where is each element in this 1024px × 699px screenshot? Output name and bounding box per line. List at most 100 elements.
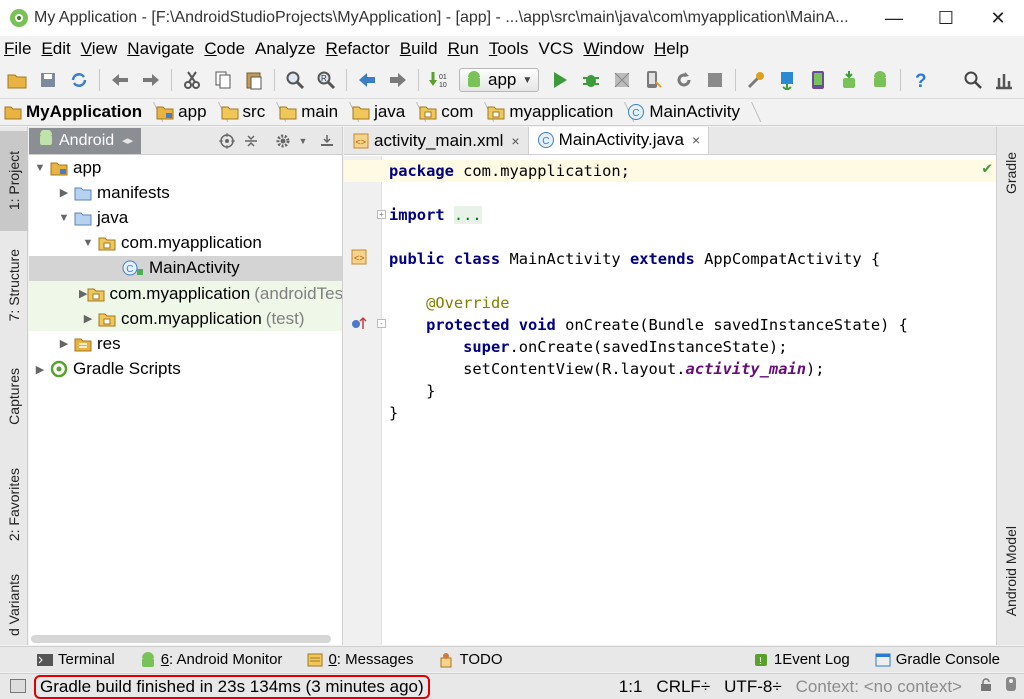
breadcrumb-item[interactable]: java — [352, 99, 419, 125]
stop-icon[interactable] — [704, 69, 726, 91]
tab-favorites[interactable]: 2: Favorites — [0, 453, 28, 557]
menu-item[interactable]: File — [4, 39, 31, 59]
forward-icon[interactable] — [387, 69, 409, 91]
tree-item[interactable]: ▼ java — [29, 205, 342, 230]
tab-captures[interactable]: Captures — [0, 351, 28, 441]
tree-item[interactable]: ▼ app — [29, 155, 342, 180]
override-method-icon[interactable] — [350, 314, 368, 332]
debug-icon[interactable] — [580, 69, 602, 91]
collapsed-arrow-icon[interactable]: ▶ — [79, 287, 87, 300]
close-button[interactable]: ✕ — [972, 0, 1024, 36]
search-everywhere-icon[interactable] — [962, 69, 984, 91]
make-project-icon[interactable]: 01 10 — [428, 69, 450, 91]
open-folder-icon[interactable] — [6, 69, 28, 91]
collapsed-arrow-icon[interactable]: ▶ — [31, 363, 49, 376]
tool-window-tab[interactable]: 6: Android Monitor — [139, 651, 282, 668]
layout-icon[interactable] — [993, 69, 1015, 91]
tree-item[interactable]: ▶ manifests — [29, 180, 342, 205]
xml-layout-icon[interactable]: <> — [350, 248, 368, 266]
menu-item[interactable]: Edit — [41, 39, 70, 59]
tree-item[interactable]: ▶ Gradle Scripts — [29, 357, 342, 382]
android-device-monitor-icon[interactable] — [869, 69, 891, 91]
tree-item[interactable]: C MainActivity — [29, 255, 342, 281]
breadcrumb-item[interactable]: com — [419, 99, 487, 125]
tree-item[interactable]: ▶ res — [29, 331, 342, 356]
rerun-icon[interactable] — [673, 69, 695, 91]
menu-item[interactable]: Run — [448, 39, 479, 59]
find-icon[interactable] — [284, 69, 306, 91]
redo-icon[interactable] — [140, 69, 162, 91]
tool-window-tab[interactable]: ! 1 Event Log — [752, 651, 850, 668]
tab-build-variants[interactable]: d Variants — [0, 567, 28, 643]
menu-item[interactable]: Analyze — [255, 39, 315, 59]
breadcrumb-item[interactable]: MyApplication — [4, 99, 156, 125]
replace-icon[interactable]: R — [315, 69, 337, 91]
run-icon[interactable] — [549, 69, 571, 91]
editor-tab[interactable]: <> activity_main.xml × — [344, 127, 529, 154]
breadcrumb-item[interactable]: myapplication — [487, 99, 627, 125]
paste-icon[interactable] — [243, 69, 265, 91]
hide-panel-icon[interactable] — [318, 132, 336, 150]
apply-changes-icon[interactable] — [642, 69, 664, 91]
minimize-button[interactable]: — — [868, 0, 920, 36]
sdk-manager-icon[interactable] — [776, 69, 798, 91]
expanded-arrow-icon[interactable]: ▼ — [55, 212, 73, 224]
menu-item[interactable]: Code — [204, 39, 245, 59]
folded-imports[interactable]: ... — [453, 206, 482, 224]
breadcrumb-item[interactable]: src — [221, 99, 280, 125]
breadcrumb-item[interactable]: app — [156, 99, 220, 125]
collapsed-arrow-icon[interactable]: ▶ — [55, 337, 73, 350]
tab-structure[interactable]: 7: Structure — [0, 235, 28, 335]
tab-android-model[interactable]: Android Model — [997, 511, 1024, 631]
maximize-button[interactable]: ☐ — [920, 0, 972, 36]
tool-window-tab[interactable]: Terminal — [36, 651, 115, 668]
tree-item[interactable]: ▶ com.myapplication(androidTest) — [29, 280, 342, 307]
tool-window-tab[interactable]: Gradle Console — [874, 651, 1000, 668]
sync-icon[interactable] — [68, 69, 90, 91]
menu-item[interactable]: View — [81, 39, 118, 59]
caret-position[interactable]: 1:1 — [619, 677, 643, 697]
close-icon[interactable]: × — [511, 133, 519, 149]
gear-icon[interactable] — [274, 132, 292, 150]
menu-item[interactable]: Window — [583, 39, 643, 59]
save-all-icon[interactable] — [37, 69, 59, 91]
menu-item[interactable]: VCS — [539, 39, 574, 59]
breadcrumb-item[interactable]: main — [279, 99, 352, 125]
tool-windows-toggle-icon[interactable] — [10, 679, 26, 693]
code-editor[interactable]: package com.myapplication; import ... pu… — [344, 156, 996, 645]
project-view-select[interactable]: Android ◂▸ — [29, 127, 142, 154]
menu-item[interactable]: Help — [654, 39, 689, 59]
copy-icon[interactable] — [212, 69, 234, 91]
editor-tab[interactable]: C MainActivity.java × — [528, 127, 710, 154]
expanded-arrow-icon[interactable]: ▼ — [79, 237, 97, 249]
file-encoding[interactable]: UTF-8÷ — [724, 677, 782, 697]
menu-item[interactable]: Navigate — [127, 39, 194, 59]
run-configuration-select[interactable]: app ▼ — [459, 68, 540, 92]
expanded-arrow-icon[interactable]: ▼ — [31, 162, 49, 174]
horizontal-scrollbar[interactable] — [31, 635, 331, 643]
menu-item[interactable]: Tools — [489, 39, 529, 59]
attach-debugger-icon[interactable] — [611, 69, 633, 91]
tree-item[interactable]: ▶ com.myapplication (test) — [29, 306, 342, 332]
help-icon[interactable]: ? — [910, 69, 932, 91]
android-sdk-download-icon[interactable] — [838, 69, 860, 91]
line-separator[interactable]: CRLF÷ — [656, 677, 710, 697]
inspector-icon[interactable] — [1004, 676, 1018, 697]
undo-icon[interactable] — [109, 69, 131, 91]
project-structure-icon[interactable] — [745, 69, 767, 91]
menu-item[interactable]: Build — [400, 39, 438, 59]
tool-window-tab[interactable]: TODO — [437, 651, 503, 668]
tree-item[interactable]: ▼ com.myapplication — [29, 231, 342, 256]
tool-window-tab[interactable]: 0: Messages — [306, 651, 413, 668]
tab-gradle[interactable]: Gradle — [997, 133, 1024, 213]
collapse-all-icon[interactable] — [242, 132, 260, 150]
collapsed-arrow-icon[interactable]: ▶ — [55, 186, 73, 199]
menu-item[interactable]: Refactor — [326, 39, 390, 59]
close-icon[interactable]: × — [692, 132, 700, 148]
status-message[interactable]: Gradle build finished in 23s 134ms (3 mi… — [34, 674, 430, 699]
scroll-from-source-icon[interactable] — [218, 132, 236, 150]
collapsed-arrow-icon[interactable]: ▶ — [79, 312, 97, 325]
tab-project[interactable]: 1: Project — [0, 131, 28, 231]
back-icon[interactable] — [356, 69, 378, 91]
lock-icon[interactable] — [980, 677, 992, 697]
